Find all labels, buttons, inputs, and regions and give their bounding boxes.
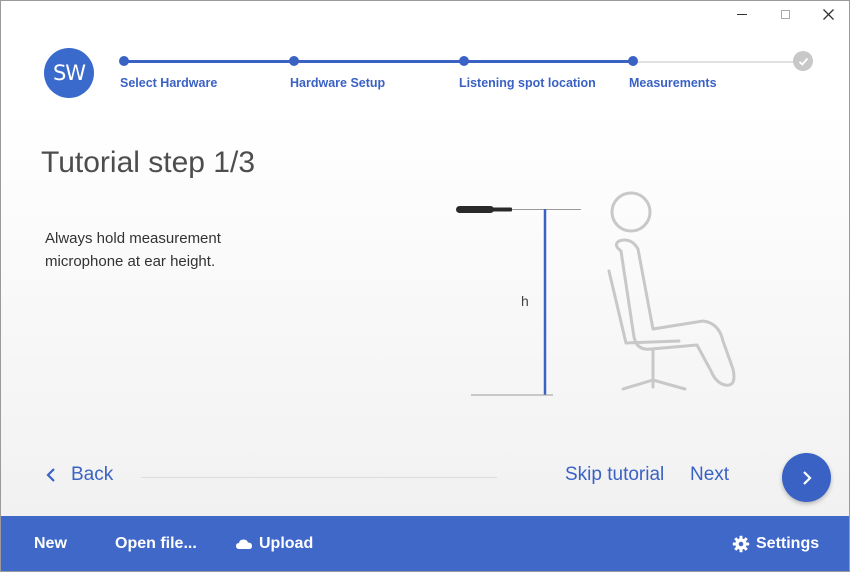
open-file-button-label: Open file... — [115, 535, 197, 552]
settings-button-label: Settings — [756, 535, 820, 552]
settings-button[interactable]: Settings — [732, 535, 819, 553]
step-label-hardware-setup[interactable]: Hardware Setup — [290, 76, 385, 90]
gear-icon — [732, 535, 750, 553]
new-button[interactable]: New — [34, 535, 67, 553]
upload-button-label: Upload — [259, 535, 314, 552]
minimize-icon — [737, 13, 747, 15]
footer-toolbar: New Open file... Upload Settings — [1, 516, 849, 571]
tutorial-illustration — [456, 191, 736, 396]
step-label-measurements[interactable]: Measurements — [629, 76, 717, 90]
maximize-button[interactable] — [764, 1, 806, 27]
page-title: Tutorial step 1/3 — [41, 146, 255, 179]
upload-button[interactable]: Upload — [235, 535, 313, 553]
step-dot-listening-spot — [459, 56, 469, 66]
next-arrow-button[interactable] — [782, 453, 831, 502]
app-window: SW Select Hardware Hardware Setup Listen… — [0, 0, 850, 572]
skip-tutorial-button[interactable]: Skip tutorial — [565, 464, 664, 486]
back-button[interactable]: Back — [45, 464, 113, 486]
cloud-icon — [236, 539, 252, 549]
seated-person-icon — [607, 191, 736, 391]
close-icon — [822, 8, 834, 20]
check-icon — [798, 57, 808, 66]
stepper-progress-line — [124, 60, 633, 63]
close-button[interactable] — [807, 1, 849, 27]
step-dot-hardware-setup — [289, 56, 299, 66]
next-button[interactable]: Next — [690, 464, 729, 486]
app-logo: SW — [44, 48, 94, 98]
nav-divider — [141, 477, 497, 478]
tutorial-description: Always hold measurement microphone at ea… — [45, 230, 221, 270]
step-label-listening-spot[interactable]: Listening spot location — [459, 76, 596, 90]
minimize-button[interactable] — [721, 1, 763, 27]
open-file-button[interactable]: Open file... — [115, 535, 197, 553]
stepper-remaining-line — [633, 61, 803, 63]
step-label-select-hardware[interactable]: Select Hardware — [120, 76, 217, 90]
chevron-right-icon — [802, 470, 812, 485]
new-button-label: New — [34, 535, 67, 552]
step-dot-measurements — [628, 56, 638, 66]
chevron-left-icon — [46, 468, 55, 482]
step-final — [793, 51, 813, 71]
step-dot-select-hardware — [119, 56, 129, 66]
height-label: h — [521, 293, 529, 309]
back-button-label: Back — [71, 464, 114, 485]
maximize-icon — [780, 9, 790, 19]
microphone-icon — [456, 206, 512, 213]
logo-text: SW — [52, 61, 86, 85]
